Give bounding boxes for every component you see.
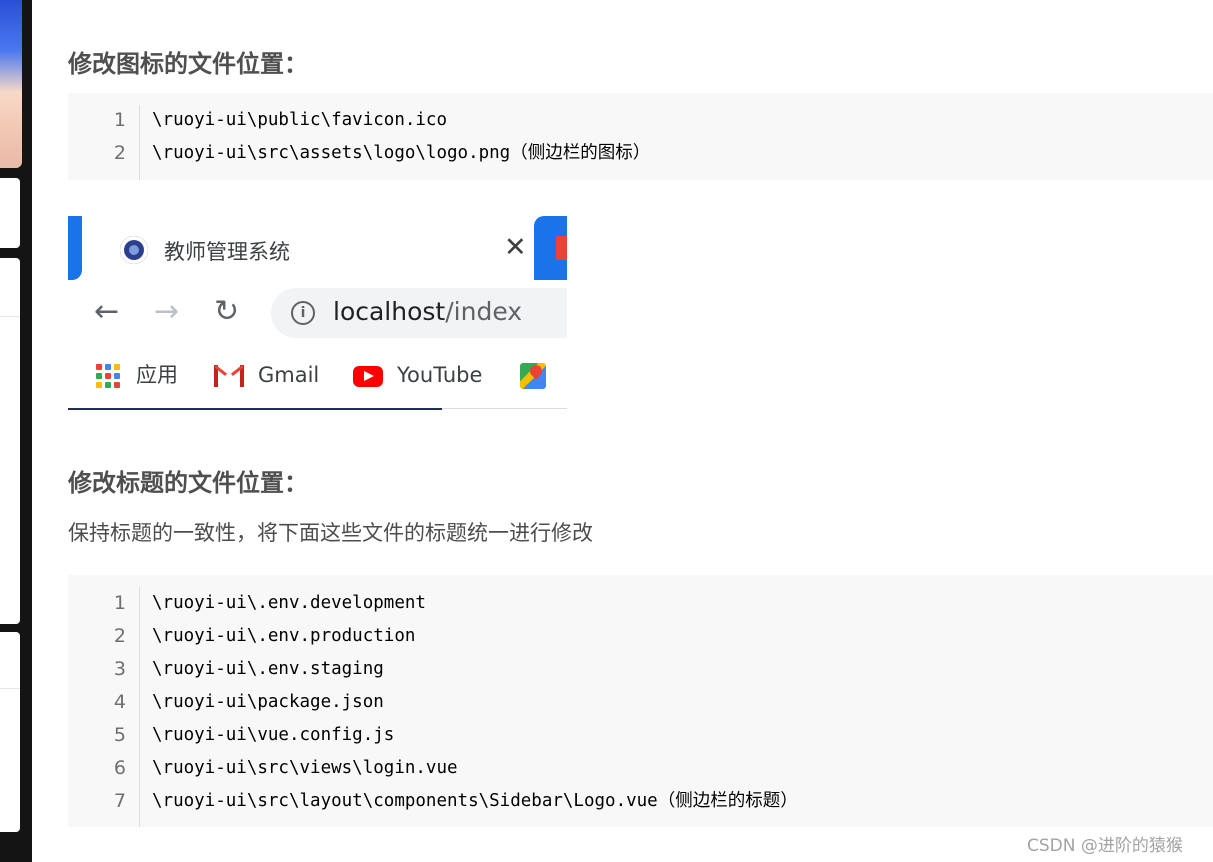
code-gutter-divider — [139, 587, 140, 827]
code-text: \ruoyi-ui\vue.config.js — [152, 725, 395, 745]
back-arrow-icon: ← — [94, 294, 120, 329]
bookmark-maps — [520, 360, 546, 390]
bookmark-apps: 应用 — [96, 360, 178, 390]
bookmark-gmail-label: Gmail — [258, 363, 320, 387]
browser-tab-bar: 教师管理系统 ✕ — [68, 216, 567, 280]
line-number: 6 — [113, 757, 126, 779]
info-icon: i — [291, 301, 315, 325]
bookmark-youtube-label: YouTube — [397, 363, 483, 387]
bookmark-youtube: YouTube — [353, 360, 482, 390]
watermark: CSDN @进阶的猿猴 — [1027, 836, 1183, 856]
tab-strip-edge — [68, 216, 82, 280]
bookmark-apps-label: 应用 — [136, 363, 178, 387]
next-tab-favicon-icon — [556, 236, 567, 260]
line-number: 2 — [113, 625, 126, 647]
left-sidebar-strip — [0, 0, 32, 862]
browser-tab-screenshot: 教师管理系统 ✕ ← → ↻ i localhost/index 应用 Gmai… — [68, 216, 567, 412]
line-number: 5 — [113, 724, 126, 746]
code-block-icon-paths: 1 \ruoyi-ui\public\favicon.ico 2 \ruoyi-… — [68, 93, 1213, 180]
gmail-icon — [214, 365, 244, 387]
code-text: \ruoyi-ui\package.json — [152, 692, 384, 712]
section-heading-icon-location: 修改图标的文件位置： — [68, 50, 308, 78]
section-heading-title-location: 修改标题的文件位置： — [68, 469, 308, 497]
section-description: 保持标题的一致性，将下面这些文件的标题统一进行修改 — [68, 521, 593, 545]
code-block-title-paths: 1 \ruoyi-ui\.env.development 2 \ruoyi-ui… — [68, 575, 1213, 827]
address-bar: i localhost/index — [271, 288, 567, 338]
sidebar-card[interactable] — [0, 258, 20, 624]
sidebar-card[interactable] — [0, 178, 20, 248]
apps-grid-icon — [96, 364, 120, 388]
line-number: 4 — [113, 691, 126, 713]
line-number: 7 — [113, 790, 126, 812]
line-number: 3 — [113, 658, 126, 680]
url-host: localhost — [333, 297, 446, 326]
tab-strip-edge — [534, 216, 567, 280]
browser-toolbar: ← → ↻ i localhost/index — [68, 280, 567, 344]
tab-title: 教师管理系统 — [164, 240, 290, 264]
forward-arrow-icon: → — [154, 294, 180, 329]
page-loading-bar — [68, 408, 442, 410]
maps-icon — [520, 363, 546, 389]
code-text: \ruoyi-ui\.env.development — [152, 593, 426, 613]
line-number: 1 — [113, 592, 126, 614]
app-favicon-icon — [120, 236, 148, 264]
bookmark-gmail: Gmail — [214, 360, 319, 390]
url-text: localhost/index — [333, 297, 522, 326]
browser-tab: 教师管理系统 ✕ — [82, 216, 530, 280]
line-number: 1 — [113, 109, 126, 131]
bookmarks-bar: 应用 Gmail YouTube — [68, 344, 567, 406]
avatar-image-slice — [0, 0, 22, 168]
code-gutter-divider — [139, 105, 140, 180]
code-text: \ruoyi-ui\public\favicon.ico — [152, 110, 448, 130]
line-number: 2 — [113, 142, 126, 164]
sidebar-card[interactable] — [0, 632, 20, 832]
code-text: \ruoyi-ui\.env.production — [152, 626, 416, 646]
toolbar-divider — [442, 408, 567, 409]
url-path: /index — [445, 297, 523, 326]
code-text: \ruoyi-ui\src\views\login.vue — [152, 758, 458, 778]
reload-icon: ↻ — [214, 294, 240, 329]
youtube-icon — [353, 365, 383, 387]
code-text: \ruoyi-ui\src\layout\components\Sidebar\… — [152, 791, 798, 811]
code-text: \ruoyi-ui\.env.staging — [152, 659, 384, 679]
code-text: \ruoyi-ui\src\assets\logo\logo.png（侧边栏的图… — [152, 143, 651, 163]
close-icon: ✕ — [504, 232, 527, 263]
